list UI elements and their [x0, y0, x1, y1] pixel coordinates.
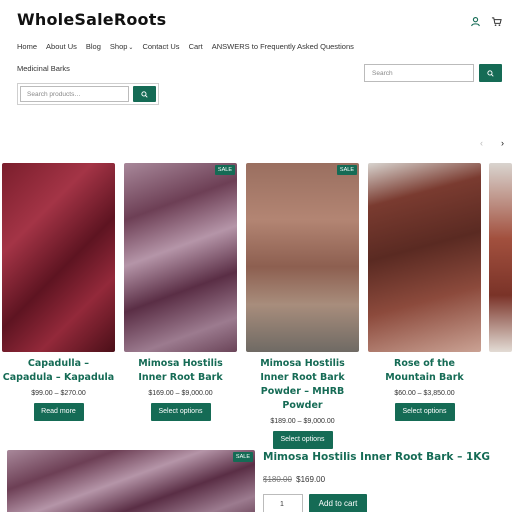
product-card: SALE Mimosa Hostilis Inner Root Bark Pow…	[246, 163, 359, 449]
product-card: SALE Mimosa Hostilis Inner Root Bark $16…	[124, 163, 237, 421]
product-title[interactable]: Capadulla – Capadula – Kapadula	[2, 357, 115, 385]
chevron-down-icon: ⌄	[128, 45, 134, 51]
product-price: $169.00 – $9,000.00	[148, 390, 213, 397]
search-icon	[141, 90, 148, 98]
main-nav: Home About Us Blog Shop⌄ Contact Us Cart…	[17, 42, 354, 51]
cart-icon[interactable]	[491, 16, 502, 27]
product-title[interactable]: Mimosa Hostilis Inner Root Bark	[124, 357, 237, 385]
nav-contact-us[interactable]: Contact Us	[142, 42, 179, 51]
product-card-partial	[489, 163, 512, 352]
add-to-cart-button[interactable]: Add to cart	[309, 494, 367, 512]
site-search-button[interactable]	[479, 64, 502, 82]
nav-home[interactable]: Home	[17, 42, 37, 51]
carousel-arrows: ‹ ›	[480, 138, 504, 148]
quantity-field[interactable]: 1	[263, 494, 303, 512]
nav-about-us[interactable]: About Us	[46, 42, 77, 51]
featured-product-image[interactable]: SALE	[7, 450, 255, 512]
carousel-next-icon[interactable]: ›	[501, 138, 504, 148]
site-search-form: Search	[364, 64, 502, 82]
featured-product-price: $180.00 $169.00	[263, 475, 325, 484]
product-card: Capadulla – Capadula – Kapadula $99.00 –…	[2, 163, 115, 421]
product-title[interactable]: Mimosa Hostilis Inner Root Bark Powder –…	[246, 357, 359, 413]
featured-product-title[interactable]: Mimosa Hostilis Inner Root Bark – 1KG	[263, 451, 490, 463]
current-price: $169.00	[296, 475, 326, 484]
site-logo[interactable]: WholeSaleRoots	[17, 10, 166, 29]
product-price: $99.00 – $270.00	[31, 390, 86, 397]
product-image[interactable]	[368, 163, 481, 352]
product-image[interactable]: SALE	[246, 163, 359, 352]
product-search-form: Search products…	[17, 83, 159, 105]
select-options-button[interactable]: Select options	[394, 403, 455, 421]
sale-badge: SALE	[232, 452, 253, 462]
nav-faq[interactable]: ANSWERS to Frequently Asked Questions	[212, 42, 354, 51]
nav-medicinal-barks[interactable]: Medicinal Barks	[17, 64, 70, 73]
nav-blog[interactable]: Blog	[86, 42, 101, 51]
old-price: $180.00	[263, 475, 292, 484]
site-search-input[interactable]: Search	[364, 64, 474, 82]
nav-shop[interactable]: Shop⌄	[110, 42, 134, 51]
header-icons	[470, 16, 502, 27]
sale-badge: SALE	[336, 165, 357, 175]
product-search-input[interactable]: Search products…	[20, 86, 130, 102]
user-icon[interactable]	[470, 16, 481, 27]
product-title[interactable]: Rose of the Mountain Bark	[368, 357, 481, 385]
product-image[interactable]	[2, 163, 115, 352]
nav-shop-label: Shop	[109, 42, 128, 51]
product-card: Rose of the Mountain Bark $60.00 – $3,85…	[368, 163, 481, 421]
nav-cart[interactable]: Cart	[189, 42, 203, 51]
select-options-button[interactable]: Select options	[150, 403, 211, 421]
select-options-button[interactable]: Select options	[272, 431, 333, 449]
carousel-prev-icon[interactable]: ‹	[480, 138, 483, 148]
sale-badge: SALE	[214, 165, 235, 175]
product-price: $189.00 – $9,000.00	[270, 418, 335, 425]
search-icon	[487, 69, 494, 77]
product-search-button[interactable]	[133, 86, 156, 102]
product-image[interactable]	[489, 163, 512, 352]
read-more-button[interactable]: Read more	[33, 403, 84, 421]
product-price: $60.00 – $3,850.00	[394, 390, 455, 397]
product-image[interactable]: SALE	[124, 163, 237, 352]
